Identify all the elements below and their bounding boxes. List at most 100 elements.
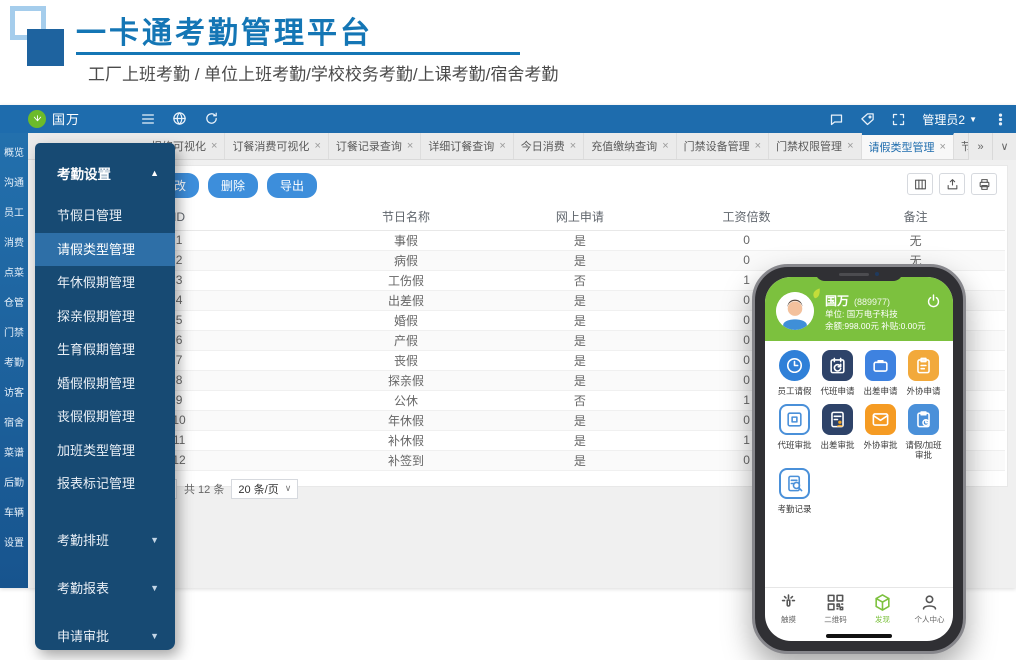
menu-item[interactable]: 生育假期管理 [35, 333, 175, 367]
close-icon[interactable]: × [314, 140, 320, 152]
menu-header-attendance-settings[interactable]: 考勤设置 ▲ [35, 143, 175, 199]
menu-item[interactable]: 加班类型管理 [35, 434, 175, 468]
menu-group-label: 考勤报表 [57, 578, 109, 597]
tab-strip: 报修可视化×订餐消费可视化×订餐记录查询×详细订餐查询×今日消费×充值缴纳查询×… [28, 133, 1016, 160]
rail-item[interactable]: 沟通 [0, 171, 28, 201]
phone-app-button[interactable]: 代班审批 [773, 404, 816, 460]
phone-tab-person[interactable]: 个人中心 [906, 588, 953, 632]
tab-item[interactable]: 订餐消费可视化× [225, 133, 328, 159]
cube-icon [873, 593, 892, 612]
tab-item[interactable]: 今日消费 × [514, 133, 584, 159]
close-icon[interactable]: × [211, 140, 217, 152]
phone-tab-touch[interactable]: 触摸 [765, 588, 812, 632]
menu-item[interactable]: 报表标记管理 [35, 467, 175, 501]
toolbar-button[interactable]: 导出 [267, 173, 317, 198]
tab-strip-controls: » ∨ [968, 133, 1016, 160]
chat-icon[interactable] [829, 112, 844, 127]
rail-item[interactable]: 消费 [0, 231, 28, 261]
phone-tab-cube[interactable]: 发现 [859, 588, 906, 632]
admin-dropdown[interactable]: 管理员2 ▼ [922, 111, 977, 128]
menu-item[interactable]: 节假日管理 [35, 199, 175, 233]
close-icon[interactable]: × [499, 140, 505, 152]
brand-logo-icon [28, 110, 46, 128]
menu-item[interactable]: 丧假假期管理 [35, 400, 175, 434]
phone-user-balance: 余额:998.00元 补贴:0.00元 [825, 320, 926, 332]
power-icon[interactable] [925, 293, 942, 310]
brand: 国万 [28, 109, 80, 128]
menu-group[interactable]: 考勤报表▼ [35, 564, 175, 612]
phone-app-button[interactable]: 代班申请 [816, 350, 859, 396]
menu-group[interactable]: 考勤排班▼ [35, 516, 175, 564]
close-icon[interactable]: × [847, 140, 853, 152]
home-indicator [826, 634, 892, 638]
rail-item[interactable]: 宿舍 [0, 411, 28, 441]
phone-app-button[interactable]: 考勤记录 [773, 468, 816, 514]
phone-mockup: 国万 (889977) 单位: 国万电子科技 余额:998.00元 补贴:0.0… [752, 264, 966, 654]
more-icon[interactable] [993, 112, 1008, 127]
tab-overflow-button[interactable]: » [968, 133, 992, 160]
tag-icon[interactable] [860, 112, 875, 127]
export-icon[interactable] [939, 173, 965, 195]
cell-name: 病假 [319, 250, 493, 270]
close-icon[interactable]: × [755, 140, 761, 152]
print-icon[interactable] [971, 173, 997, 195]
page-size-select[interactable]: 20 条/页 ∨ [231, 479, 298, 499]
tab-item[interactable]: 门禁权限管理 × [769, 133, 861, 159]
rail-item[interactable]: 后勤 [0, 471, 28, 501]
rail-item[interactable]: 考勤 [0, 351, 28, 381]
menu-item[interactable]: 婚假假期管理 [35, 367, 175, 401]
close-icon[interactable]: × [662, 140, 668, 152]
phone-notch [815, 267, 903, 281]
menu-item[interactable]: 年休假期管理 [35, 266, 175, 300]
phone-app-button[interactable]: 请假/加班审批 [902, 404, 945, 460]
cell-online: 是 [493, 430, 667, 450]
tab-item[interactable]: 门禁设备管理× [677, 133, 769, 159]
tab-label: 门禁权限管理 [776, 138, 842, 154]
tab-collapse-button[interactable]: ∨ [992, 133, 1016, 160]
phone-app-label: 外协审批 [863, 440, 897, 450]
phone-app-button[interactable]: 员工请假 [773, 350, 816, 396]
rail-item[interactable]: 设置 [0, 531, 28, 561]
fullscreen-icon[interactable] [891, 112, 906, 127]
phone-app-button[interactable]: 出差申请 [859, 350, 902, 396]
phone-app-button[interactable]: 出差审批 [816, 404, 859, 460]
rail-item[interactable]: 访客 [0, 381, 28, 411]
table-row[interactable]: 1事假是0无 [39, 230, 1005, 250]
hamburger-menu-icon[interactable] [140, 111, 156, 127]
rail-item[interactable]: 车辆 [0, 501, 28, 531]
phone-app-button[interactable]: 外协申请 [902, 350, 945, 396]
cell-name: 丧假 [319, 350, 493, 370]
close-icon[interactable]: × [940, 141, 946, 153]
toolbar-button[interactable]: 删除 [208, 173, 258, 198]
briefcase-icon [865, 350, 896, 381]
module-rail: 概览沟通员工消费点菜仓管门禁考勤访客宿舍菜谱后勤车辆设置 [0, 133, 28, 588]
column-header: 备注 [826, 204, 1005, 230]
tab-item[interactable]: 详细订餐查询 × [421, 133, 513, 159]
column-header: 网上申请 [493, 204, 667, 230]
rail-item[interactable]: 概览 [0, 141, 28, 171]
phone-app-button[interactable]: 外协审批 [859, 404, 902, 460]
tab-item[interactable]: 订餐记录查询× [329, 133, 421, 159]
close-icon[interactable]: × [407, 140, 413, 152]
docuser-icon [822, 404, 853, 435]
globe-icon[interactable] [172, 111, 188, 127]
refresh-icon[interactable] [204, 111, 220, 127]
menu-item[interactable]: 探亲假期管理 [35, 300, 175, 334]
leaf-icon [808, 286, 822, 300]
title-underline [76, 52, 520, 55]
close-icon[interactable]: × [570, 140, 576, 152]
menu-group-label: 申请审批 [57, 626, 109, 645]
rail-item[interactable]: 菜谱 [0, 441, 28, 471]
tab-item[interactable]: 请假类型管理× [862, 133, 954, 159]
rail-item[interactable]: 点菜 [0, 261, 28, 291]
rail-item[interactable]: 仓管 [0, 291, 28, 321]
tab-item[interactable]: 充值缴纳查询× [584, 133, 676, 159]
phone-tab-qr[interactable]: 二维码 [812, 588, 859, 632]
grid-icon[interactable] [907, 173, 933, 195]
tab-label: 今日消费 [521, 138, 565, 154]
menu-item[interactable]: 请假类型管理 [35, 233, 175, 267]
rail-item[interactable]: 门禁 [0, 321, 28, 351]
rail-item[interactable]: 员工 [0, 201, 28, 231]
menu-group[interactable]: 申请审批▼ [35, 612, 175, 660]
tab-label: 详细订餐查询 [428, 138, 494, 154]
